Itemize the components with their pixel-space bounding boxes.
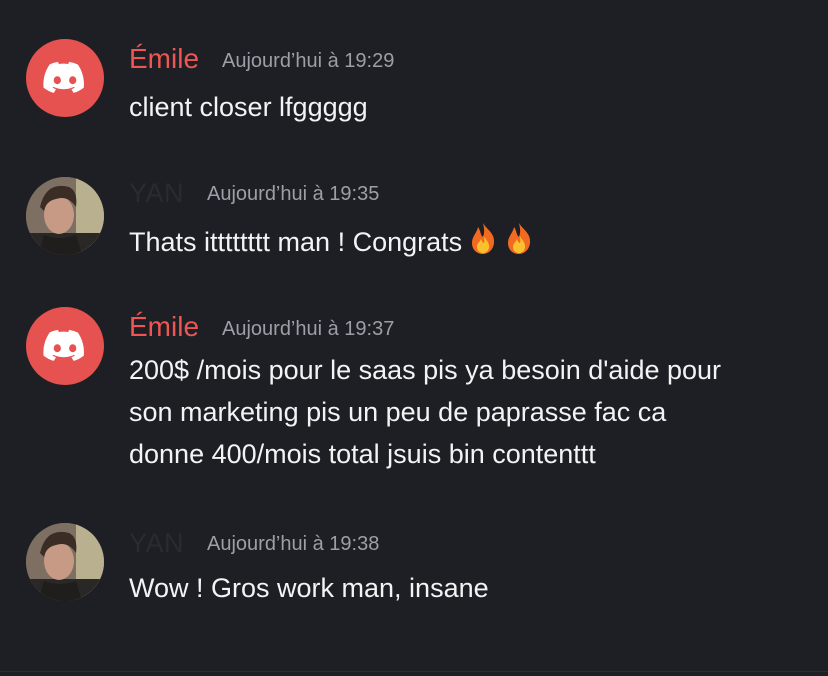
user-photo-image <box>26 523 104 601</box>
message-line: Wow ! Gros work man, insane <box>129 573 489 603</box>
author-name[interactable]: YAN <box>129 527 184 559</box>
message[interactable]: YAN Aujourd’hui à 19:38 Wow ! Gros work … <box>0 0 828 640</box>
bottom-divider <box>0 671 828 672</box>
avatar[interactable] <box>26 523 104 601</box>
message-text: Wow ! Gros work man, insane <box>129 567 809 609</box>
chat-log: Émile Aujourd’hui à 19:29 client closer … <box>0 0 828 676</box>
message-timestamp: Aujourd’hui à 19:38 <box>207 533 380 555</box>
